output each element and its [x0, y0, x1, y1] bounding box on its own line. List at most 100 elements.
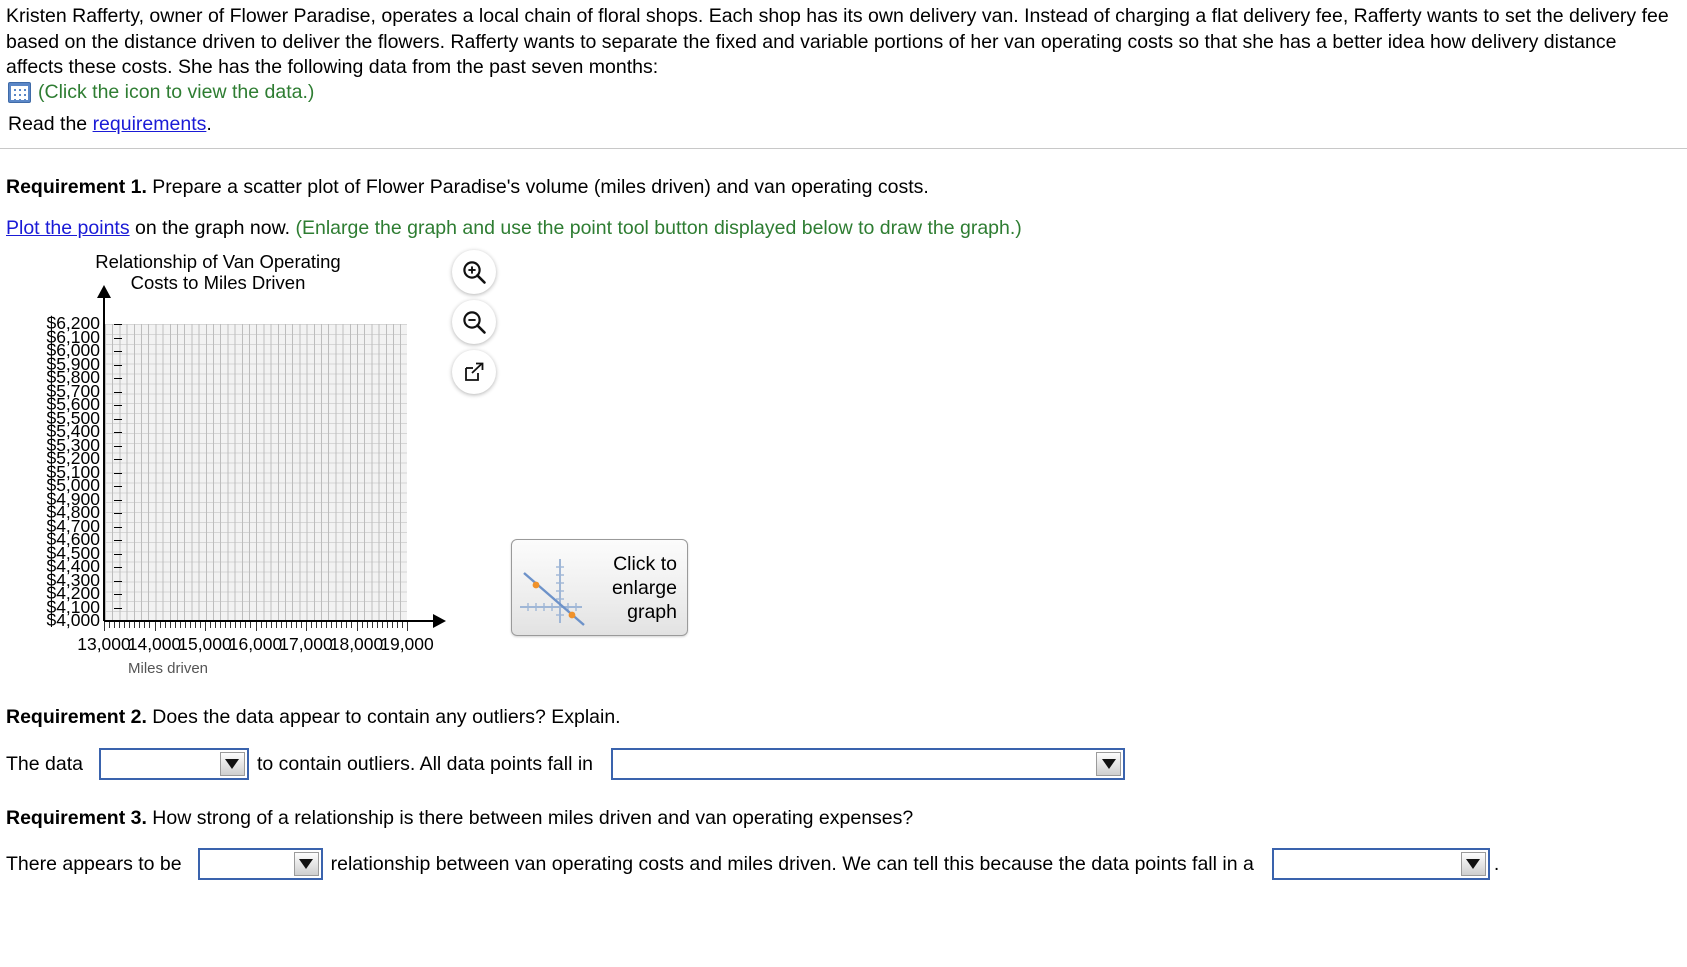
x-tick-minor: [194, 622, 196, 628]
x-tick-label: 15,000: [178, 634, 232, 654]
section-divider: [0, 148, 1687, 149]
x-tick-minor: [199, 622, 201, 628]
x-tick-minor: [371, 622, 373, 628]
scatter-chart: Relationship of Van Operating Costs to M…: [8, 248, 468, 688]
x-tick-minor: [184, 622, 186, 628]
y-tick-mark: [114, 364, 122, 366]
x-tick-minor: [331, 622, 333, 628]
req2-range-select[interactable]: [611, 748, 1126, 780]
view-data-row[interactable]: (Click the icon to view the data.): [8, 80, 314, 104]
x-tick-minor: [396, 622, 398, 628]
x-tick-minor: [174, 622, 176, 628]
x-tick-label: 16,000: [228, 634, 283, 654]
x-tick-minor: [250, 622, 252, 628]
y-tick-mark: [114, 391, 122, 393]
x-tick-minor: [366, 622, 368, 628]
read-suffix: .: [206, 113, 212, 135]
req3-sentence-end: .: [1493, 853, 1500, 875]
x-tick-minor: [280, 622, 282, 628]
requirement-1-heading: Requirement 1. Prepare a scatter plot of…: [6, 175, 929, 199]
plot-mid-text: on the graph now.: [129, 217, 296, 239]
x-tick-minor: [134, 622, 136, 628]
x-tick-minor: [326, 622, 328, 628]
x-tick-minor: [225, 622, 227, 628]
x-tick-minor: [124, 622, 126, 628]
x-tick-minor: [159, 622, 161, 628]
x-tick-minor: [220, 622, 222, 628]
y-tick-mark: [114, 607, 122, 609]
x-tick-minor: [114, 622, 116, 628]
x-tick-minor: [361, 622, 363, 628]
y-tick-mark: [114, 324, 122, 325]
scatter-plot-thumbnail-icon: [512, 545, 590, 631]
zoom-out-icon[interactable]: [452, 300, 496, 344]
x-tick-minor: [119, 622, 121, 628]
requirement-3-answer-row: There appears to be relationship between…: [6, 848, 1499, 880]
x-tick-minor: [240, 622, 242, 628]
requirements-link[interactable]: requirements: [93, 113, 207, 135]
chevron-down-icon[interactable]: [219, 752, 245, 776]
x-tick-mark: [104, 622, 105, 631]
plot-area[interactable]: [104, 324, 407, 621]
plot-hint-text: (Enlarge the graph and use the point too…: [295, 217, 1022, 239]
y-axis-ticks: $6,200 $6,100 $6,000 $5,900 $5,800 $5,700 $5,6…: [26, 314, 122, 630]
y-tick-label: $4,000: [46, 610, 100, 630]
requirement-3-text: How strong of a relationship is there be…: [146, 807, 914, 829]
chart-toolbar: [452, 250, 496, 400]
x-tick-mark: [407, 622, 408, 631]
y-tick-mark: [114, 513, 122, 514]
y-tick-mark: [114, 553, 122, 555]
y-tick-mark: [114, 486, 122, 487]
x-tick-minor: [346, 622, 348, 628]
x-tick-minor: [270, 622, 272, 628]
problem-statement: Kristen Rafferty, owner of Flower Paradi…: [6, 5, 1669, 78]
x-tick-minor: [179, 622, 181, 628]
chevron-down-icon[interactable]: [293, 852, 319, 876]
view-data-link[interactable]: (Click the icon to view the data.): [38, 80, 314, 104]
x-tick-minor: [290, 622, 292, 628]
enlarge-graph-button[interactable]: Click to enlarge graph: [511, 539, 688, 636]
grid-table-icon[interactable]: [8, 81, 31, 103]
req2-outliers-select[interactable]: [98, 748, 249, 780]
requirement-2-label: Requirement 2.: [6, 706, 147, 728]
x-tick-minor: [401, 622, 403, 628]
x-tick-label: 17,000: [279, 634, 333, 654]
x-tick-minor: [386, 622, 388, 628]
zoom-in-icon[interactable]: [452, 250, 496, 294]
x-tick-label: 14,000: [127, 634, 182, 654]
x-tick-minor: [275, 622, 277, 628]
x-tick-label: 13,000: [77, 634, 131, 654]
x-tick-minor: [109, 622, 111, 628]
x-tick-minor: [265, 622, 267, 628]
enlarge-line-1: Click to: [613, 552, 677, 575]
x-tick-minor: [139, 622, 141, 628]
y-tick-mark: [114, 418, 122, 420]
x-tick-minor: [169, 622, 171, 628]
x-tick-minor: [341, 622, 343, 628]
plot-the-points-link[interactable]: Plot the points: [6, 217, 130, 239]
y-tick-mark: [114, 351, 122, 352]
x-tick-mark: [205, 622, 206, 631]
requirement-3-heading: Requirement 3. How strong of a relations…: [6, 806, 913, 830]
requirement-3-label: Requirement 3.: [6, 807, 147, 829]
chevron-down-icon[interactable]: [1460, 852, 1486, 876]
x-tick-label: 19,000: [380, 634, 434, 654]
req3-strength-select[interactable]: [197, 848, 323, 880]
y-tick-mark: [114, 337, 122, 339]
x-tick-minor: [311, 622, 313, 628]
requirement-2-answer-row: The data to contain outliers. All data p…: [6, 748, 1126, 780]
chart-title-line-1: Relationship of Van Operating: [95, 251, 341, 272]
x-tick-minor: [391, 622, 393, 628]
open-in-new-window-icon[interactable]: [452, 350, 496, 394]
y-tick-mark: [114, 621, 122, 622]
req2-sentence-start: The data: [6, 753, 83, 775]
x-axis-label: Miles driven: [128, 660, 209, 677]
y-axis-line: [97, 285, 111, 621]
x-tick-minor: [376, 622, 378, 628]
x-tick-minor: [336, 622, 338, 628]
plot-points-row: Plot the points on the graph now. (Enlar…: [6, 216, 1022, 240]
x-tick-minor: [295, 622, 297, 628]
req3-pattern-select[interactable]: [1271, 848, 1490, 880]
chevron-down-icon[interactable]: [1096, 752, 1122, 776]
y-tick-mark: [114, 459, 122, 460]
